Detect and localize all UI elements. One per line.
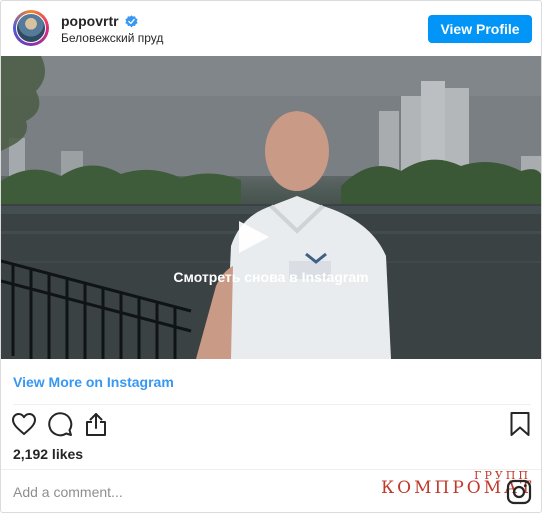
bookmark-icon[interactable]: [507, 411, 533, 437]
likes-count[interactable]: 2,192 likes: [13, 446, 83, 462]
username[interactable]: popovrtr: [61, 13, 119, 29]
share-icon[interactable]: [83, 411, 109, 437]
location-link[interactable]: Беловежский пруд: [61, 31, 163, 45]
view-more-link[interactable]: View More on Instagram: [13, 374, 174, 390]
play-icon[interactable]: [235, 219, 271, 255]
instagram-logo-icon[interactable]: [506, 479, 532, 505]
avatar-image: [16, 13, 46, 43]
verified-badge-icon: [125, 15, 138, 28]
view-profile-button[interactable]: View Profile: [428, 15, 532, 43]
heart-icon[interactable]: [11, 411, 37, 437]
avatar[interactable]: [13, 10, 49, 46]
action-bar: [1, 411, 541, 441]
divider: [13, 404, 531, 405]
watch-again-label[interactable]: Смотреть снова в Instagram: [1, 269, 541, 285]
comment-input[interactable]: [11, 478, 375, 506]
instagram-embed-card: popovrtr Беловежский пруд View Profile С…: [0, 0, 542, 513]
video-frame: [1, 56, 541, 359]
video-player[interactable]: Смотреть снова в Instagram: [1, 56, 541, 359]
comment-icon[interactable]: [47, 411, 73, 437]
post-header: popovrtr Беловежский пруд View Profile: [1, 1, 541, 55]
